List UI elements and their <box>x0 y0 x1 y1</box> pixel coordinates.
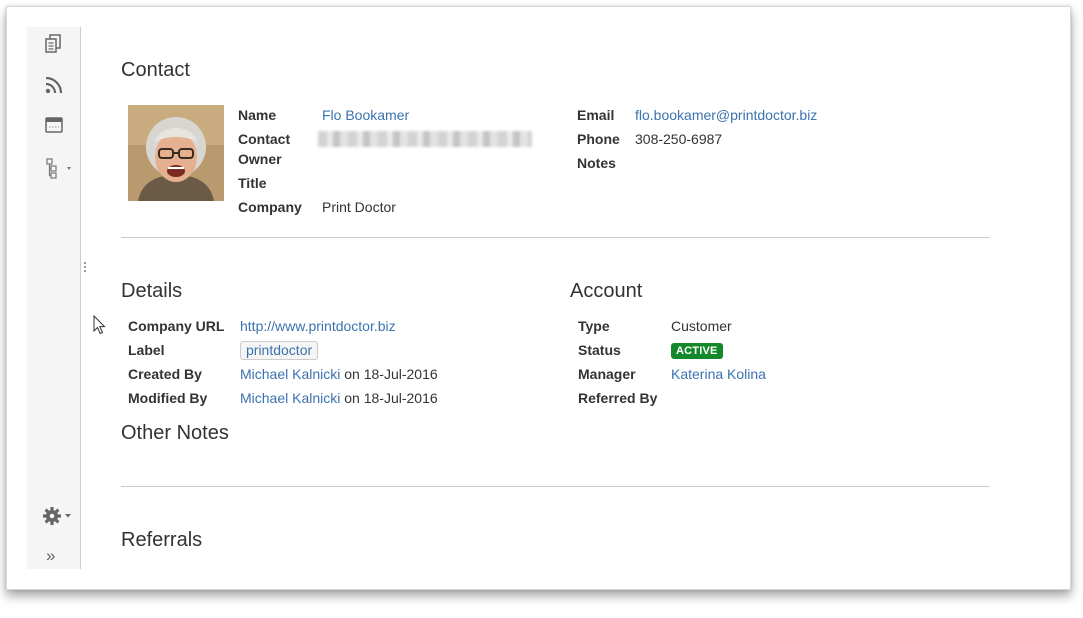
sidebar: » <box>27 27 81 569</box>
expand-sidebar-icon[interactable]: » <box>46 545 70 569</box>
created-on-date: on 18-Jul-2016 <box>344 366 438 382</box>
status-badge: ACTIVE <box>671 343 723 359</box>
email-label: Email <box>577 107 615 123</box>
mouse-cursor-icon <box>93 314 107 340</box>
company-label: Company <box>238 199 302 215</box>
company-value: Print Doctor <box>322 199 396 215</box>
contact-owner-label-line2: Owner <box>238 151 282 167</box>
contact-owner-label-line1: Contact <box>238 131 291 147</box>
name-label: Name <box>238 107 277 123</box>
section-divider <box>121 237 990 238</box>
page-tree-icon[interactable] <box>42 156 74 180</box>
company-url-label: Company URL <box>128 318 225 334</box>
other-notes-heading: Other Notes <box>121 422 229 444</box>
status-label: Status <box>578 342 621 358</box>
type-value: Customer <box>671 318 732 334</box>
referred-by-label: Referred By <box>578 390 658 406</box>
sidebar-resize-handle[interactable] <box>84 262 88 276</box>
company-url-link[interactable]: http://www.printdoctor.biz <box>240 318 396 334</box>
contact-photo <box>128 105 224 201</box>
notes-label: Notes <box>577 155 616 171</box>
pages-icon[interactable] <box>42 32 66 56</box>
title-label: Title <box>238 175 267 191</box>
modified-on-date: on 18-Jul-2016 <box>344 390 438 406</box>
phone-label: Phone <box>577 131 620 147</box>
email-link[interactable]: flo.bookamer@printdoctor.biz <box>635 107 817 123</box>
section-divider <box>121 486 990 487</box>
created-by-label: Created By <box>128 366 202 382</box>
created-by-user-link[interactable]: Michael Kalnicki <box>240 366 340 382</box>
referrals-heading: Referrals <box>121 529 203 551</box>
type-label: Type <box>578 318 610 334</box>
created-by-value: Michael Kalnicki on 18-Jul-2016 <box>240 366 438 382</box>
label-label: Label <box>128 342 165 358</box>
calendar-icon[interactable] <box>42 113 66 137</box>
rss-feed-icon[interactable] <box>42 73 66 97</box>
label-tag[interactable]: printdoctor <box>240 341 319 360</box>
manager-label: Manager <box>578 366 636 382</box>
contact-owner-redacted-value <box>318 131 532 147</box>
contact-name-link[interactable]: Flo Bookamer <box>322 107 409 123</box>
details-heading: Details <box>121 280 183 302</box>
manager-link[interactable]: Katerina Kolina <box>671 366 766 382</box>
contact-heading: Contact <box>121 59 190 81</box>
modified-by-value: Michael Kalnicki on 18-Jul-2016 <box>240 390 438 406</box>
account-heading: Account <box>570 280 643 302</box>
modified-by-user-link[interactable]: Michael Kalnicki <box>240 390 340 406</box>
gear-icon[interactable] <box>42 504 76 528</box>
modified-by-label: Modified By <box>128 390 208 406</box>
phone-value: 308-250-6987 <box>635 131 723 147</box>
